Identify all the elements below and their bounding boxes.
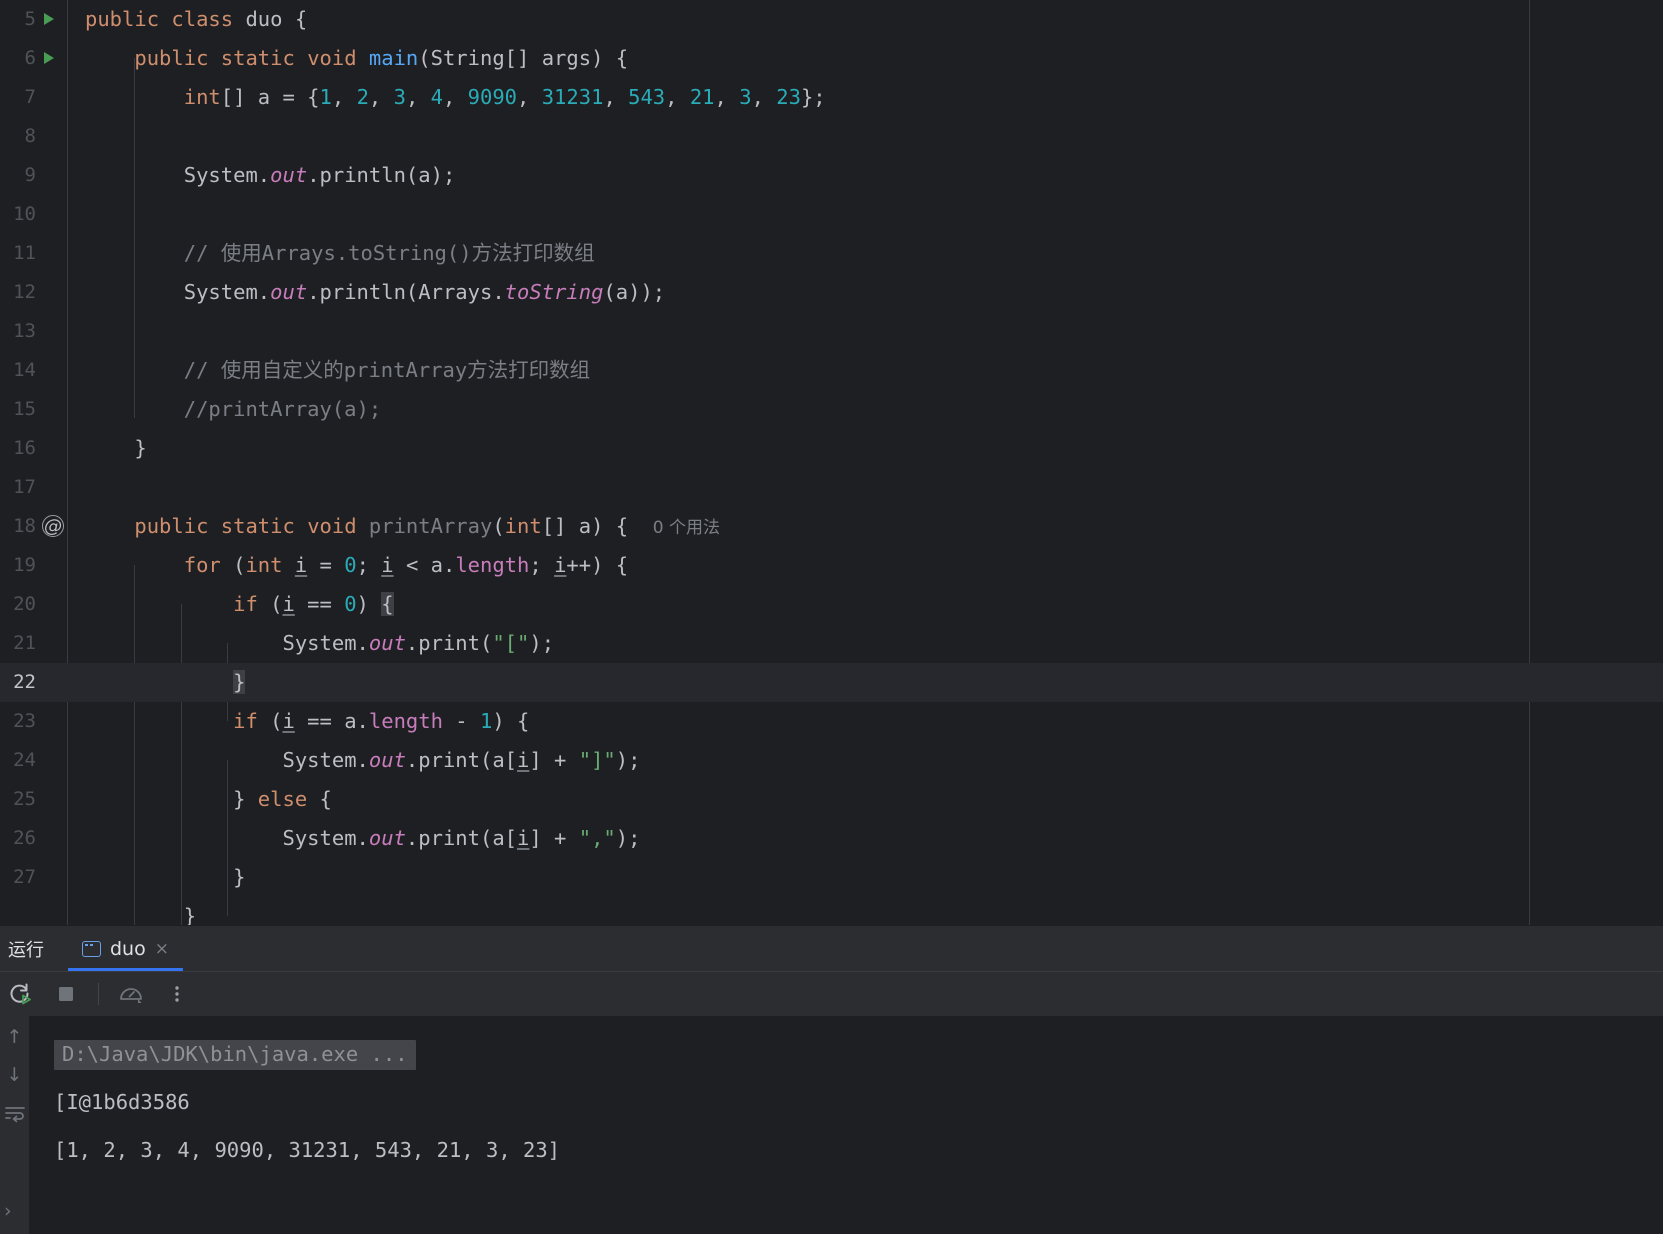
code-line[interactable]: } (0, 897, 1663, 925)
soft-wrap-icon[interactable] (4, 1102, 26, 1124)
code-line-current[interactable]: 22 } (0, 663, 1663, 702)
profiler-icon[interactable] (117, 980, 145, 1008)
code-text: public static void printArray(int[] a) {… (134, 514, 721, 538)
code-line[interactable]: 18 @ public static void printArray(int[]… (0, 507, 1663, 546)
line-number: 7 (24, 86, 36, 108)
console-line: [I@1b6d3586 (54, 1090, 190, 1114)
rerun-icon[interactable] (6, 980, 34, 1008)
run-tool-window: 运行 duo × ↑ ↓ › D:\Java\JDK\bin\java.exe … (0, 925, 1663, 1234)
code-text: } (233, 865, 246, 889)
line-number: 17 (13, 476, 36, 498)
console-sidebar: ↑ ↓ › (0, 1016, 30, 1234)
toolbar-separator (98, 983, 99, 1005)
line-number: 15 (13, 398, 36, 420)
line-number: 13 (13, 320, 36, 342)
code-line[interactable]: 16 } (0, 429, 1663, 468)
code-text: System.out.print(a[i] + ","); (282, 826, 641, 850)
code-line[interactable]: 7 int[] a = {1, 2, 3, 4, 9090, 31231, 54… (0, 78, 1663, 117)
code-text: // 使用自定义的printArray方法打印数组 (85, 358, 591, 382)
code-text: if (i == a.length - 1) { (233, 709, 530, 733)
code-line[interactable]: 24 System.out.print(a[i] + "]"); (0, 741, 1663, 780)
run-arrow-icon[interactable] (41, 0, 63, 39)
line-number: 20 (13, 593, 36, 615)
code-text: System.out.print("["); (282, 631, 555, 655)
line-number: 10 (13, 203, 36, 225)
line-number: 9 (24, 164, 36, 186)
annotation-icon[interactable]: @ (41, 507, 64, 546)
warning-underline: a (418, 163, 431, 187)
line-number: 22 (13, 671, 36, 693)
line-number: 14 (13, 359, 36, 381)
more-options-icon[interactable] (163, 980, 191, 1008)
stop-icon[interactable] (52, 980, 80, 1008)
line-number: 12 (13, 281, 36, 303)
run-window-title: 运行 (8, 939, 44, 961)
code-text: } (85, 663, 246, 702)
line-number: 5 (24, 8, 36, 30)
code-text: //printArray(a); (85, 397, 382, 421)
line-number: 18 (13, 515, 36, 537)
line-number: 11 (13, 242, 36, 264)
run-toolbar (0, 971, 1663, 1016)
code-line[interactable]: 21 System.out.print("["); (0, 624, 1663, 663)
line-number: 8 (24, 125, 36, 147)
line-number: 6 (24, 47, 36, 69)
ide-window: 5 public class duo { 6 public static voi… (0, 0, 1663, 1234)
code-line[interactable]: 17 (0, 468, 1663, 507)
console-output[interactable]: D:\Java\JDK\bin\java.exe ... [I@1b6d3586… (30, 1016, 1663, 1234)
code-text: System.out.print(a[i] + "]"); (282, 748, 641, 772)
line-number: 27 (13, 866, 36, 888)
code-line[interactable]: 10 (0, 195, 1663, 234)
code-line[interactable]: 19 for (int i = 0; i < a.length; i++) { (0, 546, 1663, 585)
code-line[interactable]: 8 (0, 117, 1663, 156)
console-line: [1, 2, 3, 4, 9090, 31231, 543, 21, 3, 23… (54, 1138, 561, 1162)
matching-brace: } (233, 670, 246, 694)
code-line[interactable]: 12 System.out.println(Arrays.toString(a)… (0, 273, 1663, 312)
run-tab-label: duo (110, 937, 146, 960)
code-line[interactable]: 9 System.out.println(a); (0, 156, 1663, 195)
code-line[interactable]: 6 public static void main(String[] args)… (0, 39, 1663, 78)
run-arrow-icon[interactable] (41, 39, 63, 78)
usage-hint[interactable]: 0 个用法 (653, 518, 720, 538)
code-text: } (85, 436, 147, 460)
line-number: 21 (13, 632, 36, 654)
code-text: // 使用Arrays.toString()方法打印数组 (85, 241, 595, 265)
code-line[interactable]: 13 (0, 312, 1663, 351)
code-text: System.out.println(a); (183, 163, 456, 187)
code-line[interactable]: 14 // 使用自定义的printArray方法打印数组 (0, 351, 1663, 390)
code-text: public class duo { (85, 7, 308, 31)
code-line[interactable]: 26 System.out.print(a[i] + ","); (0, 819, 1663, 858)
line-number: 24 (13, 749, 36, 771)
line-number: 16 (13, 437, 36, 459)
console-icon (82, 940, 101, 957)
code-text: } else { (233, 787, 332, 811)
code-line[interactable]: 5 public class duo { (0, 0, 1663, 39)
code-line[interactable]: 11 // 使用Arrays.toString()方法打印数组 (0, 234, 1663, 273)
line-number: 19 (13, 554, 36, 576)
code-editor[interactable]: 5 public class duo { 6 public static voi… (0, 0, 1663, 925)
close-icon[interactable]: × (155, 939, 169, 959)
code-line[interactable]: 25 } else { (0, 780, 1663, 819)
console-area: ↑ ↓ › D:\Java\JDK\bin\java.exe ... [I@1b… (0, 1016, 1663, 1234)
code-line[interactable]: 27 } (0, 858, 1663, 897)
code-text: public static void main(String[] args) { (134, 46, 629, 70)
code-text: int[] a = {1, 2, 3, 4, 9090, 31231, 543,… (183, 85, 826, 109)
line-number: 23 (13, 710, 36, 732)
line-number: 25 (13, 788, 36, 810)
run-tabbar: 运行 duo × (0, 926, 1663, 971)
scroll-down-icon[interactable]: ↓ (4, 1064, 26, 1086)
code-text: for (int i = 0; i < a.length; i++) { (183, 553, 629, 577)
code-line[interactable]: 15 //printArray(a); (0, 390, 1663, 429)
code-text: System.out.println(Arrays.toString(a)); (183, 280, 666, 304)
code-text: } (183, 904, 197, 925)
expand-icon[interactable]: › (4, 1200, 12, 1222)
scroll-up-icon[interactable]: ↑ (4, 1026, 26, 1048)
code-text: if (i == 0) { (233, 592, 394, 616)
run-tab-duo[interactable]: duo × (68, 926, 183, 971)
line-number: 26 (13, 827, 36, 849)
matching-brace: { (381, 592, 394, 616)
code-line[interactable]: 23 if (i == a.length - 1) { (0, 702, 1663, 741)
console-command: D:\Java\JDK\bin\java.exe ... (54, 1040, 416, 1070)
code-line[interactable]: 20 if (i == 0) { (0, 585, 1663, 624)
